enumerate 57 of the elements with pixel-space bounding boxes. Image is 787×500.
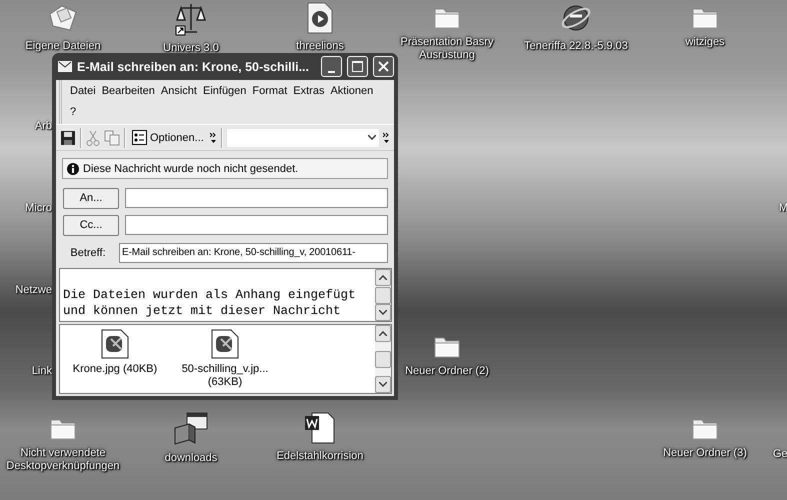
- scrollbar[interactable]: [375, 269, 391, 322]
- scales-shortcut-icon[interactable]: [175, 2, 207, 36]
- scroll-thumb[interactable]: [375, 286, 391, 304]
- envelope-icon: [58, 61, 72, 72]
- scroll-up-button[interactable]: [375, 325, 391, 342]
- scroll-down-button[interactable]: [375, 376, 391, 393]
- message-text-line: und können jetzt mit dieser Nachricht: [62, 303, 342, 320]
- to-field[interactable]: [125, 188, 388, 208]
- attachment-label[interactable]: 50-schilling_v.jp... (63KB): [175, 363, 275, 390]
- desktop-icon-label[interactable]: Ge: [773, 448, 787, 460]
- overflow-chevron-icon[interactable]: [383, 132, 390, 144]
- to-button[interactable]: An...: [63, 188, 119, 209]
- program-window-icon[interactable]: [173, 412, 209, 446]
- word-document-icon[interactable]: [304, 412, 336, 444]
- desktop-icon-label[interactable]: Netzwe: [15, 284, 52, 296]
- subject-field[interactable]: E-Mail schreiben an: Krone, 50-schilling_v, 20010611-: [119, 242, 388, 263]
- options-list-icon: [132, 130, 147, 146]
- desktop-icon-label[interactable]: Neuer Ordner (3): [663, 447, 747, 460]
- scroll-up-button[interactable]: [375, 269, 391, 286]
- menu-item[interactable]: Ansicht: [158, 82, 200, 101]
- image-file-icon[interactable]: [211, 329, 239, 360]
- window-title: E-Mail schreiben an: Krone, 50-schilli...: [77, 60, 310, 74]
- options-button[interactable]: Optionen...: [130, 128, 206, 148]
- image-file-icon[interactable]: [101, 329, 129, 360]
- media-file-icon[interactable]: [306, 2, 334, 34]
- message-body-field[interactable]: Die Dateien wurden als Anhang eingefügt und können jetzt mit dieser Nachricht: [59, 268, 392, 322]
- menu-item[interactable]: Aktionen: [327, 82, 376, 101]
- subject-label: Betreff:: [69, 246, 107, 259]
- cc-field[interactable]: [125, 215, 388, 236]
- overflow-chevron-icon[interactable]: [210, 132, 217, 144]
- desktop-icon-label[interactable]: downloads: [164, 452, 218, 465]
- menu-item[interactable]: Datei: [67, 82, 99, 101]
- close-icon: [378, 61, 389, 72]
- desktop-icon-label[interactable]: Link: [32, 365, 52, 377]
- desktop-icon-label[interactable]: Edelstahlkorrision: [276, 450, 364, 463]
- menu-item[interactable]: Extras: [290, 82, 328, 101]
- scroll-thumb[interactable]: [375, 350, 391, 368]
- menu-item[interactable]: Bearbeiten: [98, 82, 158, 101]
- menu-item[interactable]: Einfügen: [200, 82, 250, 101]
- info-text: Diese Nachricht wurde noch nicht gesendet.: [83, 162, 298, 175]
- scroll-down-button[interactable]: [375, 304, 391, 322]
- desktop-icon-label[interactable]: Nicht verwendete Desktopverknüpfungen: [3, 447, 123, 473]
- desktop-icon-label[interactable]: Neuer Ordner (2): [405, 365, 489, 378]
- save-icon[interactable]: [60, 130, 76, 146]
- close-button[interactable]: [373, 56, 394, 77]
- maximize-button[interactable]: [347, 56, 368, 77]
- scrollbar[interactable]: [375, 325, 391, 393]
- cc-button[interactable]: Cc...: [63, 214, 119, 236]
- dropdown-field[interactable]: [226, 128, 379, 147]
- minimize-button[interactable]: [321, 56, 342, 77]
- maximize-icon: [352, 61, 363, 72]
- menu-item[interactable]: ?: [67, 103, 80, 122]
- message-text-line: Die Dateien wurden als Anhang eingefügt: [62, 287, 357, 304]
- menu-item[interactable]: Format: [249, 82, 290, 101]
- info-icon: [67, 162, 79, 175]
- attachment-label[interactable]: Krone.jpg (40KB): [72, 363, 158, 376]
- minimize-icon: [328, 70, 335, 72]
